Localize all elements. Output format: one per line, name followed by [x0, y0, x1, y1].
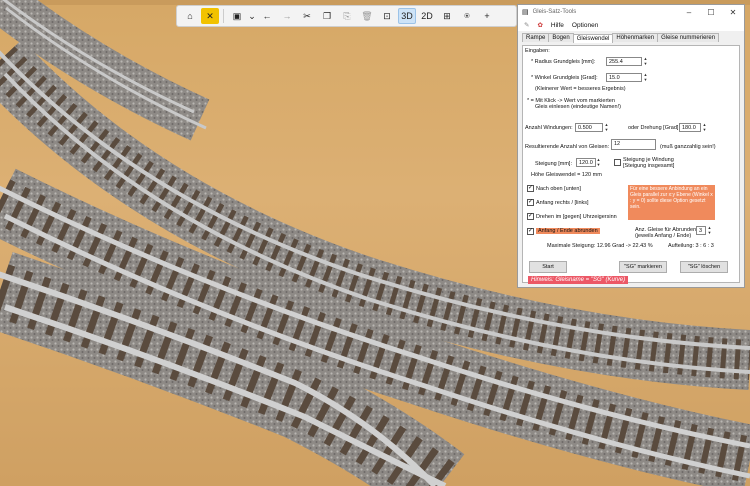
copy-icon[interactable]: ❐	[318, 8, 336, 24]
nach-oben-checkbox[interactable]: ✓	[527, 185, 534, 192]
steigung-input[interactable]: 120.0	[576, 158, 596, 167]
title-bar: ▤ Gleis-Satz-Tools – ☐ ✕	[518, 5, 744, 19]
gleiswendel-panel: Eingaben: * Radius Grundgleis [mm]: 255.…	[522, 45, 740, 283]
delete-icon[interactable]: 🗑	[358, 8, 376, 24]
minimize-icon[interactable]: –	[678, 8, 700, 17]
radius-spinner[interactable]: ▲ ▼	[643, 56, 648, 66]
drehung-input[interactable]: 180.0	[679, 123, 701, 132]
resultierende-label: Resultierende Anzahl von Gleisen:	[525, 144, 610, 150]
view-2d-button[interactable]: 2D	[418, 8, 436, 24]
view-3d-button[interactable]: 3D	[398, 8, 416, 24]
aufteilung-label: Aufteilung: 3 : 6 : 3	[668, 243, 714, 249]
windungen-input[interactable]: 0.500	[575, 123, 603, 132]
drehen-label: Drehen im [gegen] Uhrzeigersinn	[536, 214, 617, 220]
radius-input[interactable]: 255.4	[606, 57, 642, 66]
drehung-label: oder Drehung [Grad]:	[628, 125, 680, 131]
abrunden-spinner[interactable]: ▲ ▼	[707, 225, 712, 235]
tool-icon[interactable]: ✎	[524, 21, 529, 29]
windungen-label: Anzahl Windungen:	[525, 125, 573, 131]
winkel-input[interactable]: 15.0	[606, 73, 642, 82]
home-icon[interactable]: ⌂	[181, 8, 199, 24]
tab-bogen[interactable]: Bogen	[548, 33, 574, 42]
winkel-spinner[interactable]: ▲ ▼	[643, 72, 648, 82]
drehen-checkbox[interactable]: ✓	[527, 213, 534, 220]
toolbar-divider	[223, 9, 224, 23]
menu-bar: ✎ ✿ Hilfe Optionen	[518, 19, 744, 31]
steigung-je-windung-checkbox[interactable]	[614, 159, 621, 166]
tab-rampe[interactable]: Rampe	[522, 33, 550, 42]
abrunden-input[interactable]: 3	[696, 226, 706, 235]
tab-gleise-nummerieren[interactable]: Gleise nummerieren	[657, 33, 720, 42]
anfang-rechts-checkbox[interactable]: ✓	[527, 199, 534, 206]
winkel-hint: (Kleinerer Wert = besseres Ergebnis)	[535, 86, 626, 92]
max-steigung-label: Maximale Steigung: 12.96 Grad -> 22.43 %	[547, 243, 653, 249]
close-icon[interactable]: ✕	[722, 8, 744, 17]
chevron-down-icon[interactable]: ⌄	[248, 8, 256, 24]
steigung-je-label-2: [Steigung insgesamt]	[623, 163, 675, 169]
tab-hoehenmarken[interactable]: Höhenmarken	[612, 33, 659, 42]
windungen-spinner[interactable]: ▲ ▼	[604, 122, 609, 132]
anfang-rechts-label: Anfang rechts / [links]	[536, 200, 589, 206]
gleis-satz-tools-window: ▤ Gleis-Satz-Tools – ☐ ✕ ✎ ✿ Hilfe Optio…	[517, 4, 745, 288]
anfang-ende-label: Anfang / Ende abrunden	[536, 228, 600, 234]
tool-icon-2[interactable]: ✿	[537, 21, 542, 29]
steigung-spinner[interactable]: ▲ ▼	[596, 157, 601, 167]
radius-label[interactable]: * Radius Grundgleis [mm]:	[531, 59, 595, 65]
add-icon[interactable]: +	[478, 8, 496, 24]
sg-markieren-button[interactable]: "SG" markieren	[619, 261, 667, 273]
resultierende-output: 12	[611, 139, 656, 150]
ganzzahlig-hint: (muß ganzzahlig sein!)	[660, 144, 716, 150]
nach-oben-label: Nach oben [unten]	[536, 186, 581, 192]
drehung-spinner[interactable]: ▲ ▼	[702, 122, 707, 132]
window-title: Gleis-Satz-Tools	[532, 9, 577, 15]
gleisname-hint: Hinweis: Gleisname = "SG" (Kurve)	[528, 276, 629, 284]
hinweis-note: Für eine bessere Anbindung an ein Gleis …	[628, 185, 715, 220]
sg-loeschen-button[interactable]: "SG" löschen	[680, 261, 728, 273]
abrunden-label-2: (jeweils Anfang / Ende)	[635, 233, 692, 239]
tab-strip: Rampe Bogen Gleiswendel Höhenmarken Glei…	[518, 33, 744, 43]
save-icon[interactable]: ▣	[228, 8, 246, 24]
winkel-label[interactable]: * Winkel Grundgleis [Grad]:	[531, 75, 598, 81]
tools-icon[interactable]: ✕	[201, 8, 219, 24]
steigung-label: Steigung [mm]:	[535, 161, 572, 167]
menu-hilfe[interactable]: Hilfe	[551, 22, 564, 29]
app-icon: ▤	[522, 9, 529, 16]
maximize-icon[interactable]: ☐	[700, 8, 722, 17]
tab-gleiswendel[interactable]: Gleiswendel	[572, 34, 614, 43]
cut-icon[interactable]: ✂	[298, 8, 316, 24]
grid-icon[interactable]: ⊞	[438, 8, 456, 24]
train-icon[interactable]: ⍟	[458, 8, 476, 24]
main-toolbar: ⌂ ✕ ▣ ⌄ ← → ✂ ❐ ⎘ 🗑 ⊡ 3D 2D ⊞ ⍟ +	[176, 5, 517, 27]
paste-icon[interactable]: ⎘	[338, 8, 356, 24]
menu-optionen[interactable]: Optionen	[572, 22, 598, 29]
klick-hint-2: Gleis einlesen (eindeutige Namen!)	[535, 104, 621, 110]
start-button[interactable]: Start	[529, 261, 567, 273]
snap-icon[interactable]: ⊡	[378, 8, 396, 24]
redo-arrow-icon[interactable]: →	[278, 8, 296, 24]
anfang-ende-checkbox[interactable]: ✓	[527, 228, 534, 235]
hoehe-label: Höhe Gleiswendel = 120 mm	[531, 172, 602, 178]
eingaben-label: Eingaben:	[525, 48, 550, 54]
undo-arrow-icon[interactable]: ←	[258, 8, 276, 24]
